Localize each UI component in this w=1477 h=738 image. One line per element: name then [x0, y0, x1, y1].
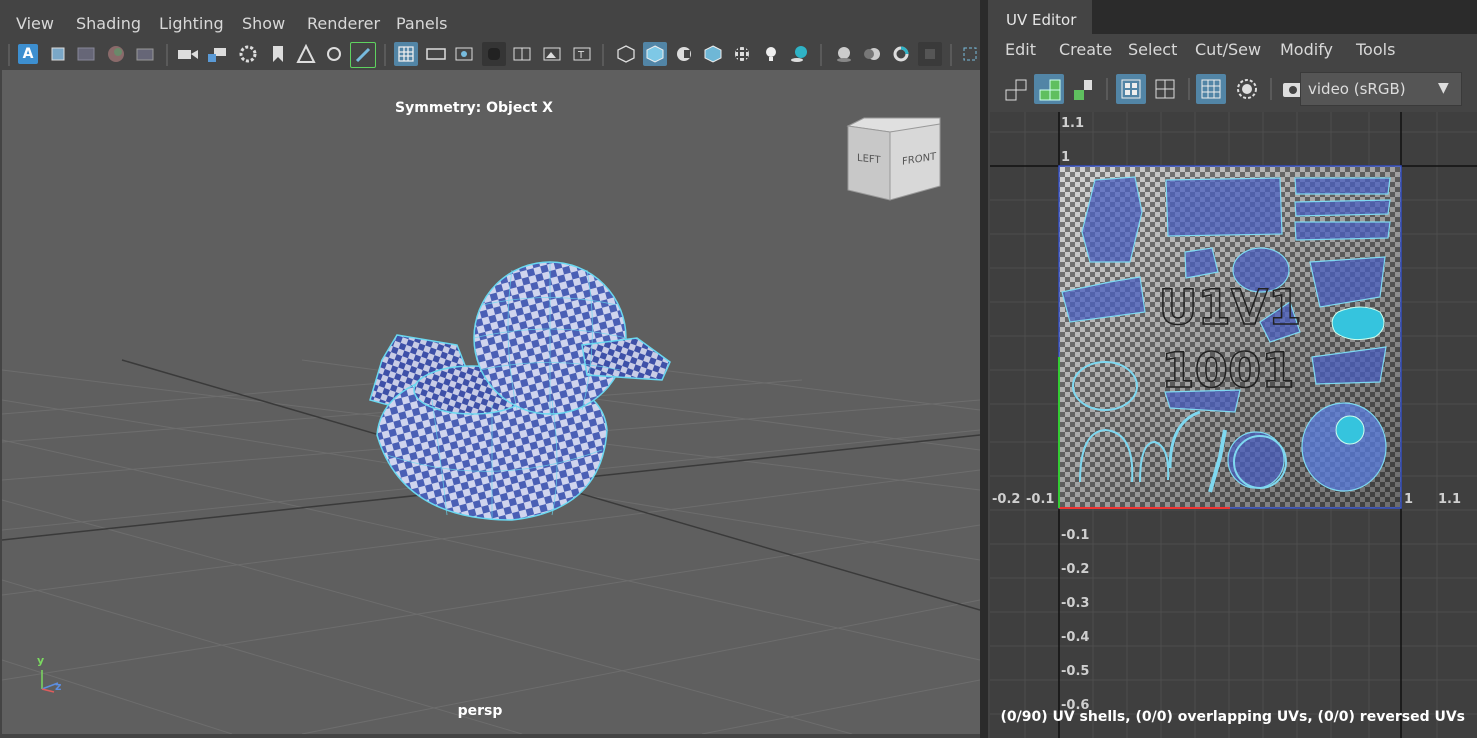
axis-y-label: y [37, 654, 45, 667]
toolbar-separator [166, 44, 168, 66]
uv-editor-tab-label: UV Editor [1006, 11, 1077, 29]
resolution-gate-icon[interactable] [452, 42, 476, 66]
uv-axis-label: -0.3 [1061, 596, 1090, 611]
safe-title-icon[interactable]: T [570, 42, 594, 66]
toolbar-separator [8, 44, 10, 66]
view-cube-left-face[interactable]: LEFT [857, 153, 881, 166]
viewport-scene [2, 261, 980, 734]
duck-model[interactable] [369, 261, 671, 521]
uv-menu-tools[interactable]: Tools [1356, 40, 1395, 59]
uv-axis-label: -0.2 [992, 492, 1021, 507]
uv-pixel-grid-icon[interactable] [1196, 74, 1226, 104]
uv-snap-icon[interactable] [1150, 74, 1180, 104]
uv-grid-icon[interactable] [1116, 74, 1146, 104]
anti-alias-icon[interactable] [889, 42, 913, 66]
uv-tabbar-background [1092, 0, 1477, 34]
uv-axis-label: -0.4 [1061, 630, 1090, 645]
select-all-icon[interactable]: A [18, 44, 38, 64]
smooth-shade-icon[interactable] [643, 42, 667, 66]
uv-axis-label: -0.5 [1061, 664, 1090, 679]
wireframe-icon[interactable] [614, 42, 638, 66]
grid-icon[interactable] [394, 42, 418, 66]
safe-action-icon[interactable] [540, 42, 564, 66]
viewport-menubar: View Shading Lighting Show Renderer Pane… [0, 8, 984, 38]
symmetry-label: Symmetry: Object X [395, 100, 553, 116]
ambient-occlusion-icon[interactable] [832, 42, 856, 66]
uv-axis-label: -0.1 [1061, 528, 1090, 543]
uv-shell-border-icon[interactable] [1000, 74, 1030, 104]
uv-checker-icon[interactable] [1034, 74, 1064, 104]
perspective-viewport[interactable]: Symmetry: Object X persp y z LEFT FRONT [2, 70, 980, 734]
uv-menu-select[interactable]: Select [1128, 40, 1177, 59]
shade-options-icon[interactable] [672, 42, 696, 66]
film-icon[interactable] [134, 42, 158, 66]
motion-blur-icon[interactable] [860, 42, 884, 66]
uv-tile-label-2: 1001 [1161, 343, 1295, 399]
2d-pan-icon[interactable] [322, 42, 346, 66]
bookmark-icon[interactable] [266, 42, 290, 66]
image-plane-icon[interactable] [294, 42, 318, 66]
menu-show[interactable]: Show [242, 14, 285, 33]
xray-icon[interactable] [958, 42, 982, 66]
frame-icon[interactable] [46, 42, 70, 66]
uv-axis-label: 1.1 [1438, 492, 1462, 507]
panel-splitter[interactable] [980, 0, 988, 738]
field-chart-icon[interactable] [510, 42, 534, 66]
menu-panels[interactable]: Panels [396, 14, 448, 33]
wireframe-on-shaded-icon[interactable] [701, 42, 725, 66]
lock-camera-icon[interactable] [206, 42, 230, 66]
camera-name-label: persp [457, 703, 503, 719]
color-space-value: video (sRGB) [1308, 80, 1406, 98]
lights-icon[interactable] [759, 42, 783, 66]
camera-icon[interactable] [176, 42, 200, 66]
svg-text:T: T [577, 50, 585, 61]
film-gate-icon[interactable] [424, 42, 448, 66]
toolbar-separator [820, 44, 822, 66]
grease-pencil-icon[interactable] [350, 42, 376, 68]
toolbar-separator [950, 44, 952, 66]
isolate-select-icon[interactable] [918, 42, 942, 66]
axis-z-label: z [55, 680, 62, 693]
viewport-toolbar: A T [0, 38, 984, 70]
menu-view[interactable]: View [16, 14, 54, 33]
color-icon[interactable] [104, 42, 128, 66]
uv-dim-image-icon[interactable] [1232, 74, 1262, 104]
textured-icon[interactable] [730, 42, 754, 66]
uv-tile-label-1: U1V1 [1159, 280, 1302, 336]
uv-axis-label: 1.1 [1061, 116, 1085, 131]
uv-menu-modify[interactable]: Modify [1280, 40, 1333, 59]
toolbar-separator [1106, 78, 1108, 100]
uv-menu-edit[interactable]: Edit [1005, 40, 1036, 59]
uv-axis-label: 1 [1404, 492, 1414, 507]
toolbar-separator [602, 44, 604, 66]
camera-attr-icon[interactable] [236, 42, 260, 66]
uv-axis-label: -0.2 [1061, 562, 1090, 577]
grid-toggle-icon[interactable] [74, 42, 98, 66]
uv-menubar: Edit Create Select Cut/Sew Modify Tools [988, 34, 1477, 64]
menu-lighting[interactable]: Lighting [159, 14, 224, 33]
toolbar-separator [1270, 78, 1272, 100]
uv-axis-label: 1 [1061, 150, 1071, 165]
toolbar-separator [1188, 78, 1190, 100]
chevron-down-icon[interactable]: ▼ [1438, 80, 1449, 96]
uv-status-text: (0/90) UV shells, (0/0) overlapping UVs,… [1000, 709, 1465, 725]
menu-renderer[interactable]: Renderer [307, 14, 380, 33]
uv-menu-cut-sew[interactable]: Cut/Sew [1195, 40, 1261, 59]
menu-shading[interactable]: Shading [76, 14, 141, 33]
toolbar-separator [384, 44, 386, 66]
view-cube[interactable]: LEFT FRONT [842, 116, 952, 206]
gate-mask-icon[interactable] [482, 42, 506, 66]
uv-texture-view[interactable]: U1V1 1001 1.1 1 -0.2 -0.1 1 1.1 -0.1 -0.… [990, 112, 1477, 738]
shadows-icon[interactable] [788, 42, 812, 66]
uv-axis-label: -0.1 [1026, 492, 1055, 507]
uv-menu-create[interactable]: Create [1059, 40, 1112, 59]
uv-distortion-icon[interactable] [1068, 74, 1098, 104]
